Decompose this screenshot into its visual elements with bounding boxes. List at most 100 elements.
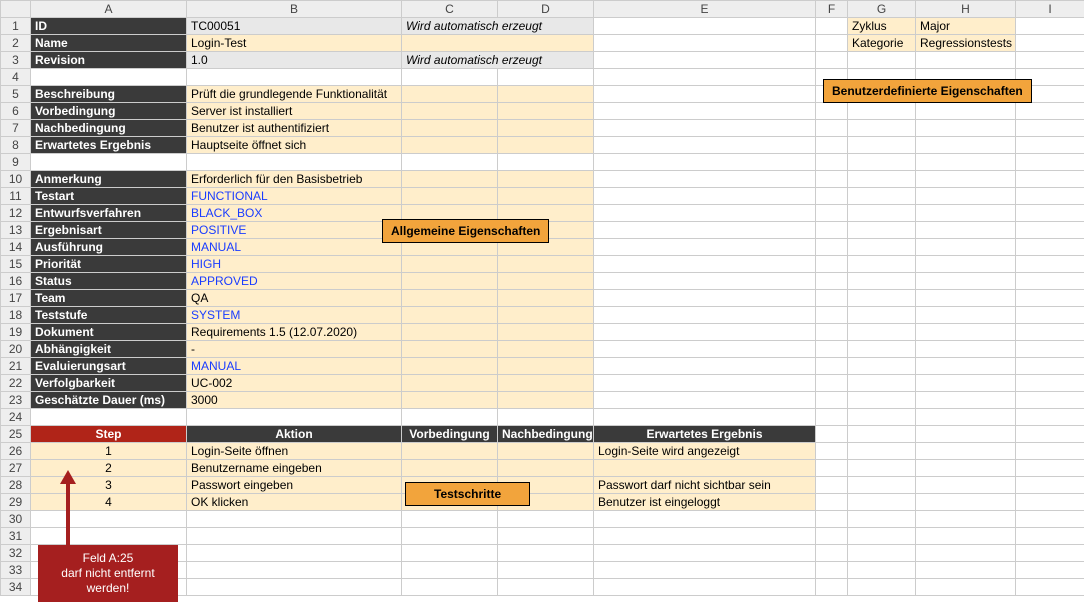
cell[interactable] xyxy=(916,256,1016,273)
cell[interactable] xyxy=(594,120,816,137)
cell[interactable] xyxy=(187,528,402,545)
cell[interactable] xyxy=(848,205,916,222)
step-n[interactable]: 4 xyxy=(31,494,187,511)
cell[interactable] xyxy=(916,545,1016,562)
cell[interactable] xyxy=(1016,35,1084,52)
cell[interactable] xyxy=(816,409,848,426)
step-aktion[interactable]: OK klicken xyxy=(187,494,402,511)
cell[interactable] xyxy=(1016,494,1084,511)
label-kategorie[interactable]: Kategorie xyxy=(848,35,916,52)
cell[interactable] xyxy=(1016,426,1084,443)
cell[interactable] xyxy=(1016,409,1084,426)
cell[interactable] xyxy=(816,307,848,324)
value-abhaengigkeit[interactable]: - xyxy=(187,341,402,358)
cell[interactable] xyxy=(1016,239,1084,256)
cell[interactable] xyxy=(402,86,498,103)
label-vorbedingung[interactable]: Vorbedingung xyxy=(31,103,187,120)
col-header-H[interactable]: H xyxy=(916,1,1016,18)
row-header[interactable]: 7 xyxy=(1,120,31,137)
cell[interactable] xyxy=(848,52,916,69)
cell[interactable] xyxy=(848,375,916,392)
row-header[interactable]: 10 xyxy=(1,171,31,188)
cell[interactable] xyxy=(848,154,916,171)
cell[interactable] xyxy=(1016,358,1084,375)
cell[interactable] xyxy=(1016,528,1084,545)
cell[interactable] xyxy=(594,341,816,358)
cell[interactable] xyxy=(31,511,187,528)
cell[interactable] xyxy=(916,358,1016,375)
step-vor[interactable] xyxy=(402,443,498,460)
cell[interactable] xyxy=(402,375,498,392)
cell[interactable] xyxy=(848,494,916,511)
cell[interactable] xyxy=(916,443,1016,460)
cell[interactable] xyxy=(816,375,848,392)
value-dauer[interactable]: 3000 xyxy=(187,392,402,409)
row-header[interactable]: 34 xyxy=(1,579,31,596)
cell[interactable] xyxy=(402,562,498,579)
row-header[interactable]: 32 xyxy=(1,545,31,562)
row-header[interactable]: 6 xyxy=(1,103,31,120)
cell[interactable] xyxy=(187,409,402,426)
cell[interactable] xyxy=(848,562,916,579)
cell[interactable] xyxy=(1016,256,1084,273)
cell[interactable] xyxy=(916,205,1016,222)
cell[interactable] xyxy=(848,273,916,290)
cell[interactable] xyxy=(816,103,848,120)
label-evaluierung[interactable]: Evaluierungsart xyxy=(31,358,187,375)
row-header[interactable]: 11 xyxy=(1,188,31,205)
cell[interactable] xyxy=(916,409,1016,426)
cell[interactable] xyxy=(498,324,594,341)
steps-header-step[interactable]: Step xyxy=(31,426,187,443)
cell[interactable] xyxy=(816,290,848,307)
cell[interactable] xyxy=(816,528,848,545)
cell[interactable] xyxy=(848,528,916,545)
cell[interactable] xyxy=(402,154,498,171)
cell[interactable] xyxy=(31,528,187,545)
value-nachbedingung[interactable]: Benutzer ist authentifiziert xyxy=(187,120,402,137)
cell[interactable] xyxy=(916,528,1016,545)
row-header[interactable]: 9 xyxy=(1,154,31,171)
row-header[interactable]: 27 xyxy=(1,460,31,477)
cell[interactable] xyxy=(816,205,848,222)
row-header[interactable]: 21 xyxy=(1,358,31,375)
cell[interactable] xyxy=(402,409,498,426)
value-id[interactable]: TC00051 xyxy=(187,18,402,35)
cell[interactable] xyxy=(916,120,1016,137)
cell[interactable] xyxy=(498,86,594,103)
cell[interactable] xyxy=(848,460,916,477)
step-n[interactable]: 3 xyxy=(31,477,187,494)
cell[interactable] xyxy=(594,188,816,205)
row-header[interactable]: 8 xyxy=(1,137,31,154)
cell[interactable] xyxy=(498,341,594,358)
cell[interactable] xyxy=(816,256,848,273)
row-header[interactable]: 29 xyxy=(1,494,31,511)
cell[interactable] xyxy=(1016,562,1084,579)
cell[interactable] xyxy=(498,188,594,205)
cell[interactable] xyxy=(594,307,816,324)
cell[interactable] xyxy=(594,579,816,596)
step-aktion[interactable]: Benutzername eingeben xyxy=(187,460,402,477)
cell[interactable] xyxy=(594,35,816,52)
step-vor[interactable] xyxy=(402,460,498,477)
cell[interactable] xyxy=(816,171,848,188)
cell[interactable] xyxy=(498,511,594,528)
step-aktion[interactable]: Passwort eingeben xyxy=(187,477,402,494)
cell[interactable] xyxy=(594,562,816,579)
cell[interactable] xyxy=(594,273,816,290)
cell[interactable] xyxy=(916,103,1016,120)
row-header[interactable]: 20 xyxy=(1,341,31,358)
label-beschreibung[interactable]: Beschreibung xyxy=(31,86,187,103)
cell[interactable] xyxy=(1016,188,1084,205)
cell[interactable] xyxy=(848,290,916,307)
label-team[interactable]: Team xyxy=(31,290,187,307)
cell[interactable] xyxy=(816,443,848,460)
row-header[interactable]: 2 xyxy=(1,35,31,52)
cell[interactable] xyxy=(498,545,594,562)
cell[interactable] xyxy=(594,86,816,103)
cell[interactable] xyxy=(1016,171,1084,188)
cell[interactable] xyxy=(816,188,848,205)
row-header[interactable]: 26 xyxy=(1,443,31,460)
cell[interactable] xyxy=(1016,375,1084,392)
row-header[interactable]: 1 xyxy=(1,18,31,35)
steps-header-erwartet[interactable]: Erwartetes Ergebnis xyxy=(594,426,816,443)
